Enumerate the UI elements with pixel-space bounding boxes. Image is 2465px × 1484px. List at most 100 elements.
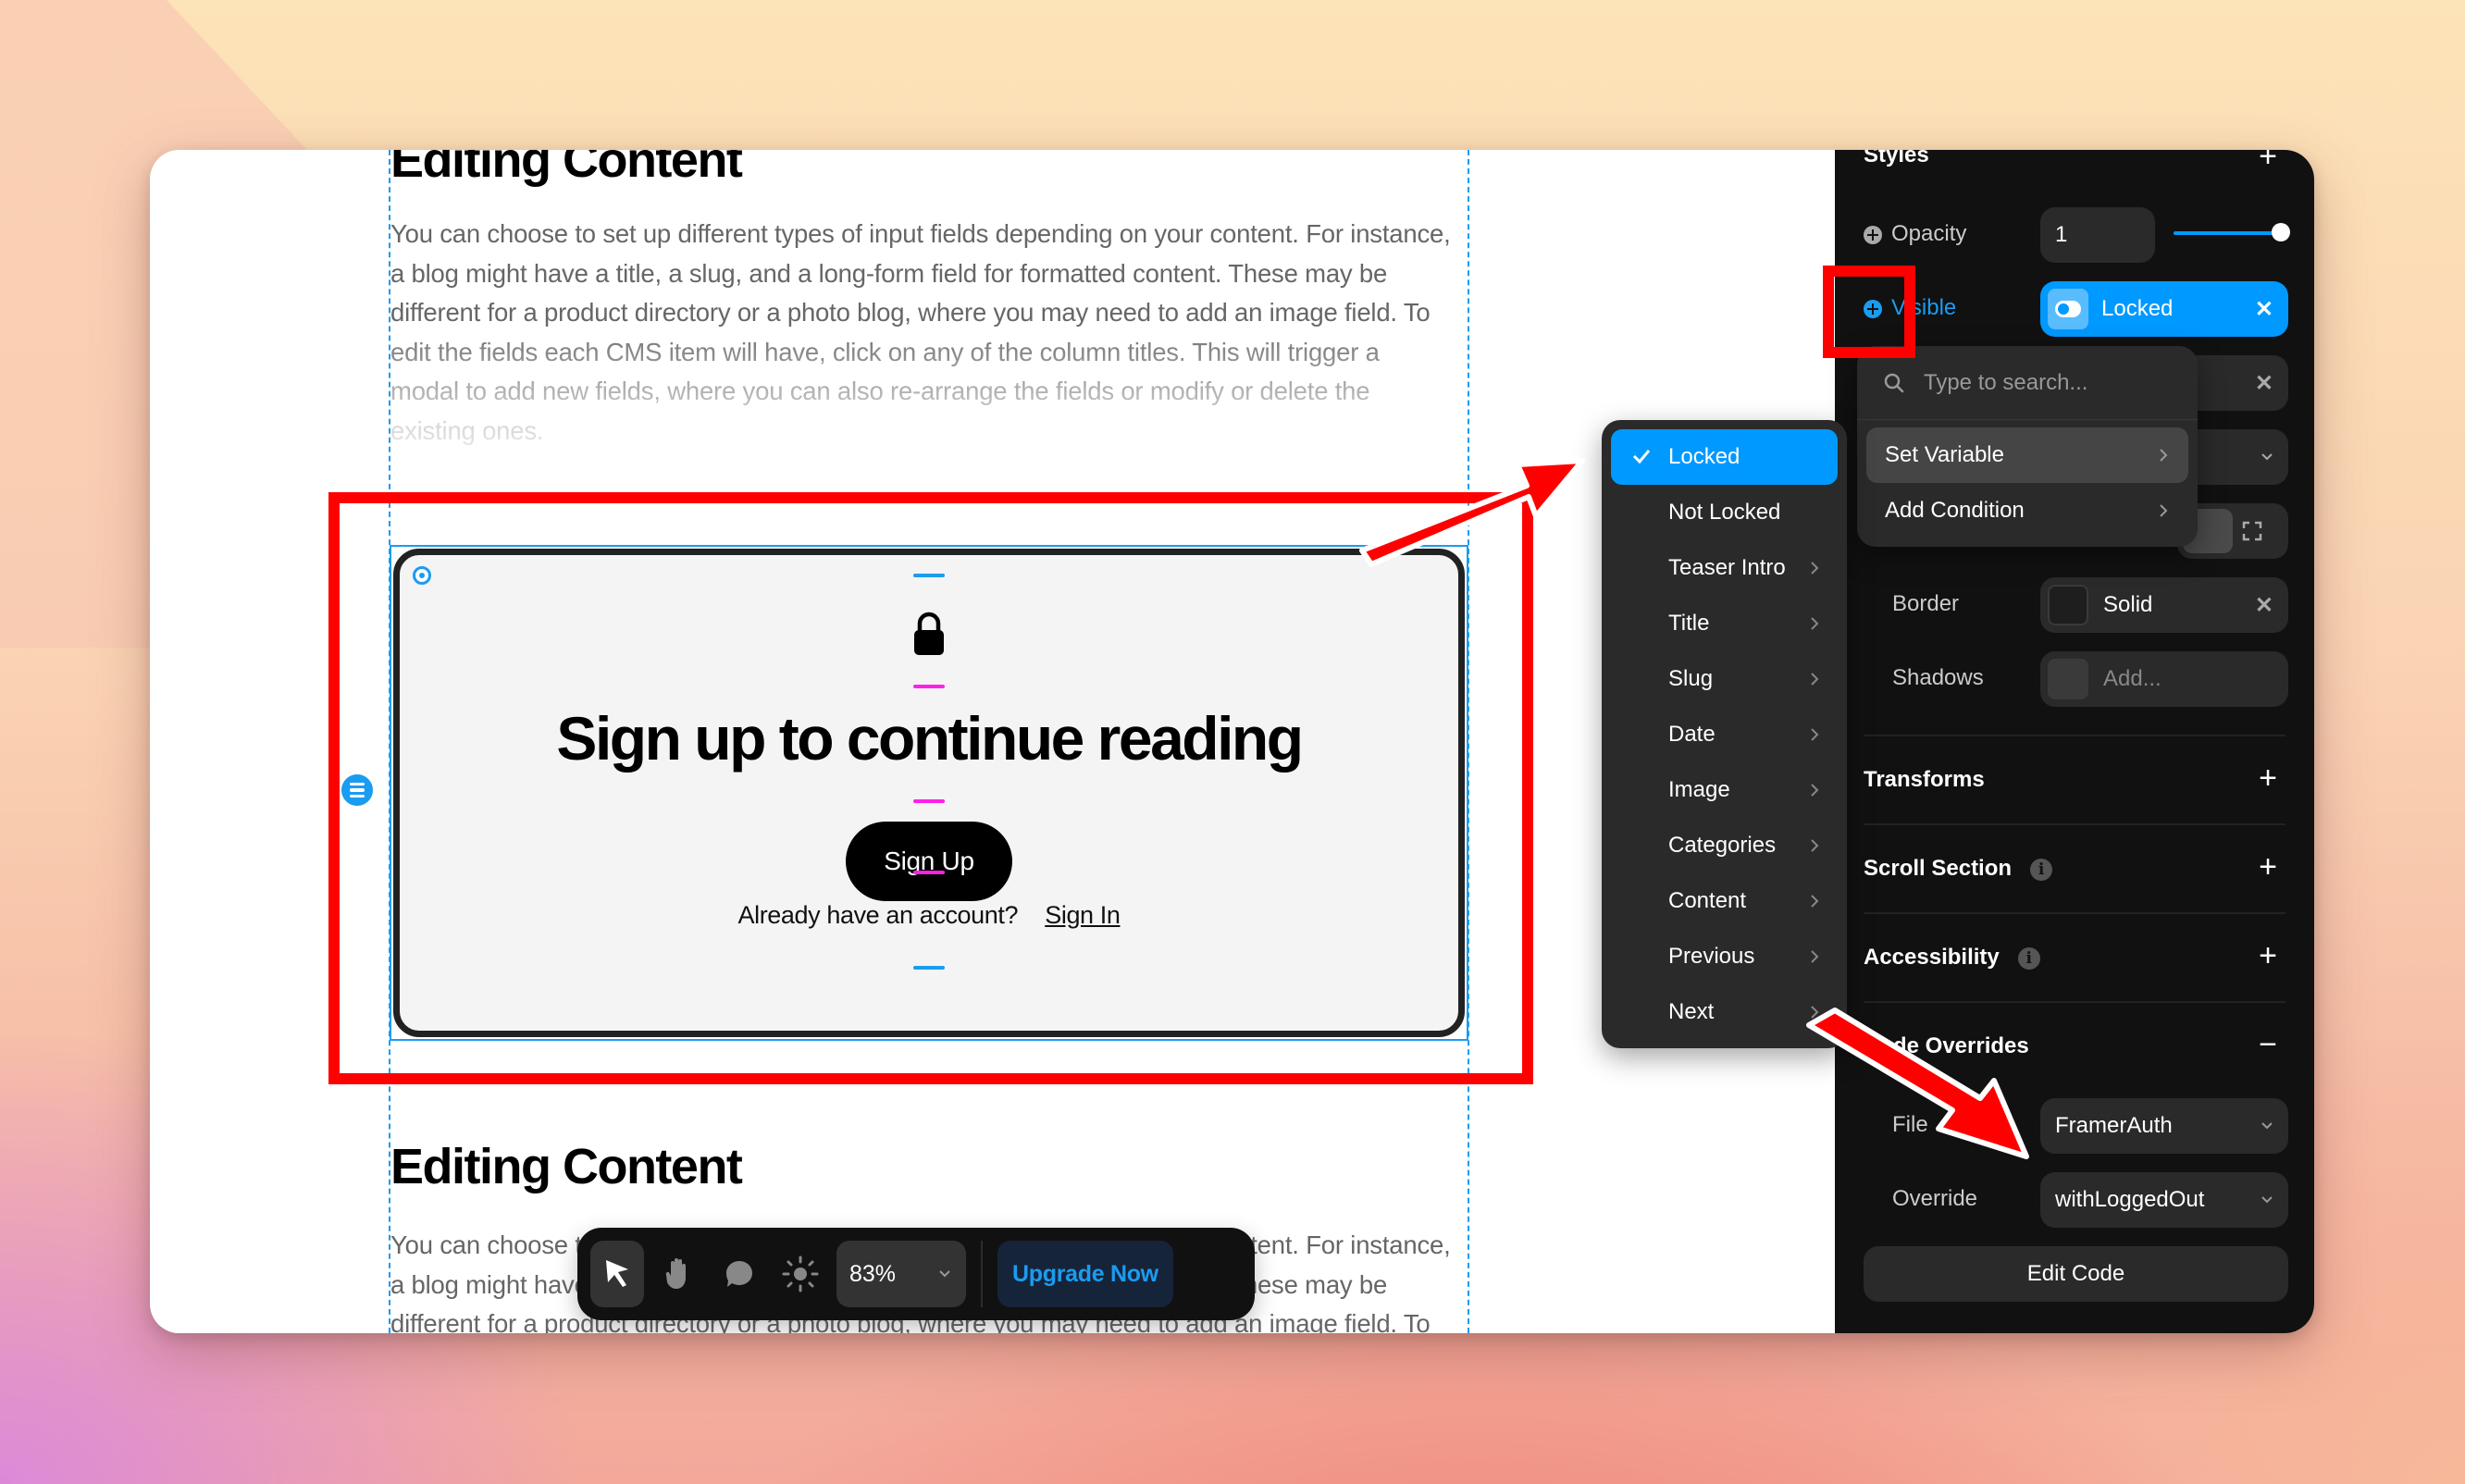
variable-menu-item[interactable]: Title [1611, 596, 1838, 651]
border-color-swatch[interactable] [2048, 585, 2088, 625]
visible-variable-field[interactable]: Locked ✕ [2040, 281, 2288, 337]
cursor-icon [606, 1260, 628, 1287]
shadows-field[interactable]: Add... [2040, 651, 2288, 707]
sun-icon [782, 1255, 819, 1292]
border-field[interactable]: Solid ✕ [2040, 577, 2288, 633]
info-icon[interactable]: i [2017, 946, 2040, 970]
add-condition-item[interactable]: Add Condition [1866, 483, 2188, 538]
variable-menu-item-label: Date [1668, 722, 1716, 747]
chevron-right-icon [1811, 728, 1819, 741]
variable-menu-item-label: Categories [1668, 833, 1777, 858]
variable-menu-item-label: Title [1668, 611, 1710, 636]
chevron-down-icon [2261, 1196, 2273, 1204]
edit-code-button[interactable]: Edit Code [1864, 1246, 2288, 1302]
search-icon [1884, 373, 1904, 392]
chevron-right-icon [2160, 504, 2168, 517]
chevron-right-icon [1811, 839, 1819, 852]
variable-menu-item[interactable]: Previous [1611, 929, 1838, 984]
collapse-code-overrides-button[interactable]: − [2259, 1029, 2277, 1060]
chevron-down-icon [2261, 453, 2273, 461]
add-accessibility-button[interactable]: + [2259, 940, 2277, 971]
annotation-arrow-down-right [1806, 1008, 2029, 1159]
variable-menu-item[interactable]: Image [1611, 762, 1838, 818]
chevron-right-icon [1811, 617, 1819, 630]
variable-menu-item-label: Teaser Intro [1668, 555, 1786, 580]
section-title-transforms: Transforms [1864, 767, 1985, 792]
chevron-down-icon [2261, 1122, 2273, 1130]
annotation-highlight-visible [1823, 266, 1915, 358]
set-variable-item[interactable]: Set Variable [1866, 427, 2188, 483]
opacity-slider-thumb[interactable] [2272, 223, 2290, 241]
top-heading[interactable]: Editing Content [390, 150, 743, 189]
chevron-down-icon [939, 1270, 950, 1278]
opacity-slider-track [2174, 231, 2283, 235]
divider [1864, 823, 2285, 825]
variable-menu-item-label: Not Locked [1668, 500, 1781, 525]
design-canvas[interactable]: Editing Content You can choose to set up… [150, 150, 1835, 1333]
select-tool-button[interactable] [590, 1241, 644, 1307]
variable-menu-item-label: Slug [1668, 666, 1714, 691]
clear-icon[interactable]: ✕ [2255, 370, 2273, 397]
opacity-input[interactable]: 1 [2040, 207, 2155, 263]
add-scroll-section-button[interactable]: + [2259, 851, 2277, 883]
chevron-right-icon [1811, 950, 1819, 963]
file-value: FramerAuth [2055, 1113, 2173, 1138]
divider [1864, 735, 2285, 736]
styles-section-title: Styles [1864, 150, 1929, 167]
checkmark-icon [1632, 450, 1651, 464]
add-variable-icon [1864, 225, 1882, 244]
border-value: Solid [2103, 592, 2153, 617]
paragraph-line: existing ones. [390, 415, 544, 445]
clear-variable-icon[interactable]: ✕ [2255, 296, 2273, 323]
add-style-button[interactable]: + [2259, 150, 2277, 172]
variable-popover: Type to search... Set Variable Add Condi… [1857, 346, 2198, 547]
variable-menu-item-label: Image [1668, 777, 1730, 802]
divider [1864, 912, 2285, 914]
variable-menu-item[interactable]: Categories [1611, 818, 1838, 873]
variable-menu-item[interactable]: Slug [1611, 651, 1838, 707]
file-select[interactable]: FramerAuth [2040, 1098, 2288, 1154]
add-transforms-button[interactable]: + [2259, 762, 2277, 794]
variable-menu-item[interactable]: Date [1611, 707, 1838, 762]
opacity-slider[interactable] [2174, 223, 2290, 241]
override-select[interactable]: withLoggedOut [2040, 1172, 2288, 1228]
opacity-label[interactable]: Opacity [1864, 221, 1966, 247]
variable-menu-item-label: Previous [1668, 944, 1755, 969]
chevron-right-icon [1811, 562, 1819, 575]
comment-tool-button[interactable] [712, 1241, 766, 1307]
variable-menu-item[interactable]: Locked [1611, 429, 1838, 485]
zoom-dropdown[interactable]: 83% [836, 1241, 966, 1307]
hand-tool-button[interactable] [651, 1241, 705, 1307]
section-title-scroll-section: Scroll Section i [1864, 856, 2053, 882]
annotation-arrow-up-right [1359, 458, 1585, 567]
search-placeholder: Type to search... [1924, 369, 2088, 395]
info-icon[interactable]: i [2030, 858, 2053, 881]
upgrade-now-button[interactable]: Upgrade Now [997, 1241, 1173, 1307]
variable-menu-item[interactable]: Not Locked [1611, 485, 1838, 540]
border-label: Border [1892, 591, 1960, 616]
variable-menu-item-label: Content [1668, 888, 1747, 913]
shadows-placeholder: Add... [2103, 666, 2162, 691]
variable-menu-item-label: Next [1668, 999, 1715, 1024]
individual-corners-icon[interactable] [2242, 521, 2262, 541]
override-label: Override [1892, 1186, 1978, 1211]
shadows-label: Shadows [1892, 665, 1984, 690]
bottom-heading[interactable]: Editing Content [390, 1138, 743, 1195]
canvas-toolbar: 83% Upgrade Now [577, 1228, 1255, 1320]
comment-icon [726, 1261, 752, 1287]
override-value: withLoggedOut [2055, 1187, 2205, 1212]
chevron-right-icon [2160, 449, 2168, 462]
variable-menu-item[interactable]: Teaser Intro [1611, 540, 1838, 596]
section-title-accessibility: Accessibility i [1864, 945, 2040, 971]
paragraph-line: modal to add new fields, where you can a… [390, 377, 1370, 405]
variable-menu-item[interactable]: Content [1611, 873, 1838, 929]
theme-toggle-button[interactable] [774, 1241, 827, 1307]
chevron-right-icon [1811, 784, 1819, 797]
shadow-swatch [2048, 659, 2088, 699]
top-paragraph[interactable]: You can choose to set up different types… [390, 215, 1473, 451]
remove-border-icon[interactable]: ✕ [2255, 592, 2273, 619]
toolbar-divider [981, 1241, 983, 1307]
variable-menu-item-label: Locked [1668, 444, 1740, 469]
chevron-right-icon [1811, 673, 1819, 686]
visible-value: Locked [2101, 296, 2174, 321]
